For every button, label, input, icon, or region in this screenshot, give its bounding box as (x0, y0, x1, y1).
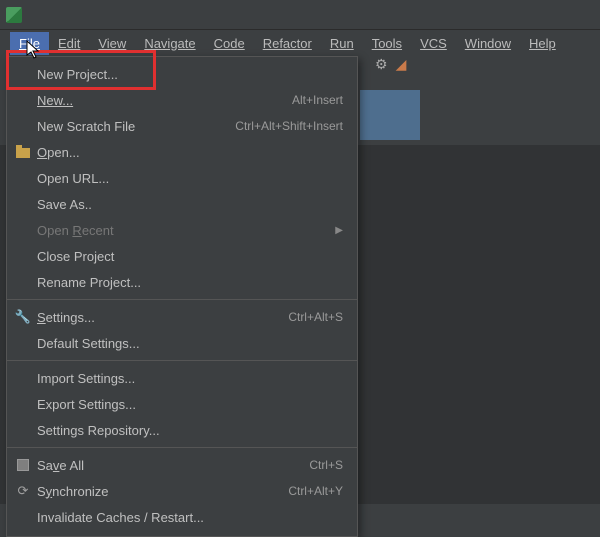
gear-icon[interactable]: ⚙ (375, 56, 388, 73)
menu-invalidate-caches[interactable]: Invalidate Caches / Restart... (7, 504, 357, 530)
menu-separator (7, 360, 357, 361)
menu-file[interactable]: File (10, 32, 49, 55)
sync-icon: ⟳ (15, 483, 31, 499)
marker-icon[interactable]: ◢ (396, 56, 407, 73)
folder-open-icon (15, 144, 31, 160)
wrench-icon: 🔧 (15, 309, 31, 325)
menu-open-url[interactable]: Open URL... (7, 165, 357, 191)
menu-view[interactable]: View (89, 32, 135, 55)
editor-tab[interactable] (360, 90, 420, 140)
menu-separator (7, 447, 357, 448)
menu-import-settings[interactable]: Import Settings... (7, 365, 357, 391)
save-icon (15, 457, 31, 473)
menu-save-as[interactable]: Save As.. (7, 191, 357, 217)
menu-settings[interactable]: 🔧 Settings...Ctrl+Alt+S (7, 304, 357, 330)
menu-code[interactable]: Code (205, 32, 254, 55)
menu-export-settings[interactable]: Export Settings... (7, 391, 357, 417)
menu-save-all[interactable]: Save AllCtrl+S (7, 452, 357, 478)
menu-run[interactable]: Run (321, 32, 363, 55)
app-icon (6, 7, 22, 23)
file-menu-dropdown: New Project... New...Alt+Insert New Scra… (6, 56, 358, 537)
menu-navigate[interactable]: Navigate (135, 32, 204, 55)
menu-new-project[interactable]: New Project... (7, 61, 357, 87)
menu-close-project[interactable]: Close Project (7, 243, 357, 269)
menu-help[interactable]: Help (520, 32, 565, 55)
menu-open[interactable]: Open... (7, 139, 357, 165)
menu-window[interactable]: Window (456, 32, 520, 55)
menu-rename-project[interactable]: Rename Project... (7, 269, 357, 295)
title-bar (0, 0, 600, 30)
menu-settings-repository[interactable]: Settings Repository... (7, 417, 357, 443)
menu-separator (7, 299, 357, 300)
toolbar-icons: ⚙ ◢ (375, 56, 406, 73)
menu-synchronize[interactable]: ⟳ SynchronizeCtrl+Alt+Y (7, 478, 357, 504)
menu-new-scratch[interactable]: New Scratch FileCtrl+Alt+Shift+Insert (7, 113, 357, 139)
chevron-right-icon: ▶ (335, 225, 343, 236)
menu-new[interactable]: New...Alt+Insert (7, 87, 357, 113)
menu-refactor[interactable]: Refactor (254, 32, 321, 55)
menu-edit[interactable]: Edit (49, 32, 89, 55)
menu-open-recent: Open Recent▶ (7, 217, 357, 243)
menu-bar: File Edit View Navigate Code Refactor Ru… (0, 30, 600, 56)
menu-tools[interactable]: Tools (363, 32, 411, 55)
menu-vcs[interactable]: VCS (411, 32, 456, 55)
menu-default-settings[interactable]: Default Settings... (7, 330, 357, 356)
